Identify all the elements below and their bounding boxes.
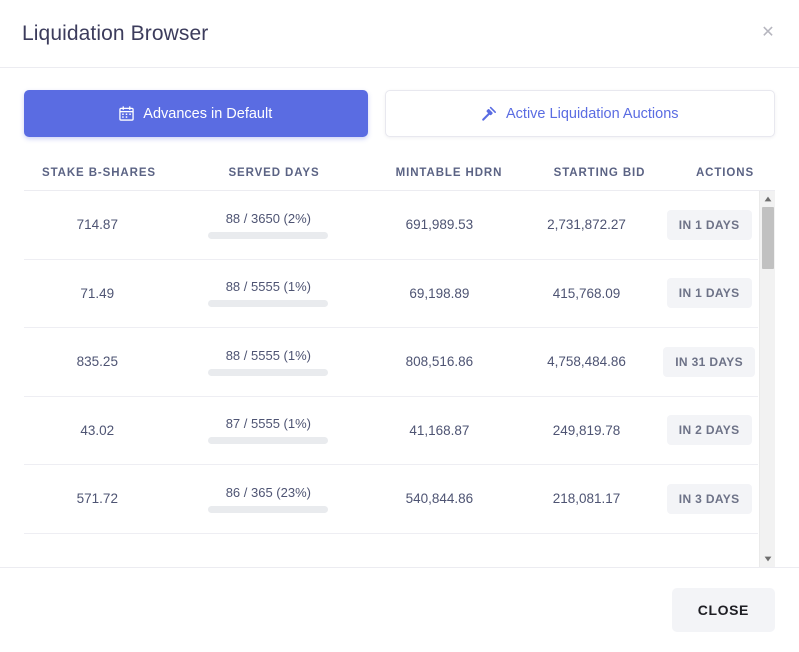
liquidation-browser-modal: Liquidation Browser ✕ Advances in Defaul… <box>0 0 799 652</box>
cell-mintable-hdrn: 540,844.86 <box>405 491 474 507</box>
liquidation-table: STAKE B-SHARES SERVED DAYS MINTABLE HDRN… <box>0 155 799 567</box>
table-row: 714.87 88 / 3650 (2%) 691,989.53 2,731,872.… <box>24 191 758 260</box>
cell-starting-bid: 218,081.17 <box>552 491 621 507</box>
cell-stake-b-shares: 43.02 <box>80 422 115 438</box>
table-rows-container: 714.87 88 / 3650 (2%) 691,989.53 2,731,872.… <box>24 191 758 567</box>
table-scrollbar[interactable] <box>759 191 775 567</box>
cell-served-days: 88 / 3650 (2%) <box>171 211 366 239</box>
cell-actions: IN 2 DAYS <box>660 415 758 446</box>
cell-served-days: 88 / 5555 (1%) <box>171 279 366 308</box>
gavel-icon <box>481 106 497 122</box>
scrollbar-track[interactable] <box>760 207 776 551</box>
scroll-up-arrow-icon[interactable] <box>760 191 776 207</box>
cell-starting-bid: 415,768.09 <box>552 285 621 301</box>
cell-stake-b-shares: 714.87 <box>76 217 118 233</box>
column-header-mintable-hdrn: MINTABLE HDRN <box>395 166 503 179</box>
served-days-progress-bar <box>208 505 329 513</box>
cell-starting-bid: 4,758,484.86 <box>547 354 626 370</box>
cell-mintable-hdrn: 808,516.86 <box>405 354 474 370</box>
page-title: Liquidation Browser <box>22 21 209 45</box>
served-days-progress-bar <box>208 231 329 239</box>
scroll-down-arrow-icon[interactable] <box>760 551 776 567</box>
cell-served-days: 86 / 365 (23%) <box>171 485 366 513</box>
served-days-progress-bar <box>208 437 329 445</box>
cell-starting-bid: 249,819.78 <box>552 422 621 438</box>
column-header-starting-bid: STARTING BID <box>553 166 646 179</box>
scrollbar-thumb[interactable] <box>761 207 774 269</box>
cell-starting-bid: 2,731,872.27 <box>547 217 626 233</box>
tab-advances-in-default-label: Advances in Default <box>143 105 273 122</box>
table-header-row: STAKE B-SHARES SERVED DAYS MINTABLE HDRN… <box>24 155 775 191</box>
served-days-progress-bar <box>208 368 329 376</box>
column-header-actions: ACTIONS <box>695 166 755 179</box>
cell-served-days: 87 / 5555 (1%) <box>171 416 366 445</box>
column-header-stake-b-shares: STAKE B-SHARES <box>42 166 156 179</box>
table-row: 571.72 86 / 365 (23%) 540,844.86 218,081.17… <box>24 465 758 534</box>
tab-active-liquidation-auctions-label: Active Liquidation Auctions <box>506 105 679 122</box>
cell-mintable-hdrn: 691,989.53 <box>405 217 474 233</box>
cell-actions: IN 1 DAYS <box>660 278 758 309</box>
table-row: 71.49 88 / 5555 (1%) 69,198.89 415,768.09 IN… <box>24 260 758 328</box>
column-header-served-days: SERVED DAYS <box>228 166 320 179</box>
served-days-text: 88 / 5555 (1%) <box>225 279 311 295</box>
cell-mintable-hdrn: 69,198.89 <box>409 285 470 301</box>
cell-stake-b-shares: 835.25 <box>76 354 118 370</box>
status-badge[interactable]: IN 2 DAYS <box>666 415 752 446</box>
served-days-text: 88 / 5555 (1%) <box>225 347 311 363</box>
served-days-text: 88 / 3650 (2%) <box>225 210 311 226</box>
cell-actions: IN 1 DAYS <box>660 209 758 240</box>
tab-advances-in-default[interactable]: Advances in Default <box>24 90 368 137</box>
status-badge[interactable]: IN 1 DAYS <box>666 209 752 240</box>
served-days-text: 86 / 365 (23%) <box>225 484 311 500</box>
cell-actions: IN 3 DAYS <box>660 483 758 514</box>
modal-footer: CLOSE <box>0 568 799 652</box>
table-row: 43.02 87 / 5555 (1%) 41,168.87 249,819.78 IN… <box>24 397 758 465</box>
table-body: 714.87 88 / 3650 (2%) 691,989.53 2,731,872.… <box>24 191 775 567</box>
cell-mintable-hdrn: 41,168.87 <box>409 422 470 438</box>
cell-served-days: 88 / 5555 (1%) <box>171 348 366 376</box>
close-button[interactable]: CLOSE <box>671 588 775 632</box>
tab-bar: Advances in Default Active Liquidation A… <box>0 68 799 155</box>
status-badge[interactable]: IN 31 DAYS <box>663 346 756 377</box>
served-days-text: 87 / 5555 (1%) <box>225 416 311 432</box>
cell-stake-b-shares: 71.49 <box>80 285 115 301</box>
status-badge[interactable]: IN 1 DAYS <box>666 278 752 309</box>
table-row: 835.25 88 / 5555 (1%) 808,516.86 4,758,484.… <box>24 328 758 397</box>
cell-actions: IN 31 DAYS <box>660 346 758 377</box>
modal-header: Liquidation Browser ✕ <box>0 0 799 68</box>
tab-active-liquidation-auctions[interactable]: Active Liquidation Auctions <box>384 90 775 137</box>
status-badge[interactable]: IN 3 DAYS <box>666 483 752 514</box>
served-days-progress-bar <box>208 300 329 308</box>
close-x-icon[interactable]: ✕ <box>757 22 779 44</box>
cell-stake-b-shares: 571.72 <box>76 491 118 507</box>
calendar-icon <box>119 106 134 121</box>
